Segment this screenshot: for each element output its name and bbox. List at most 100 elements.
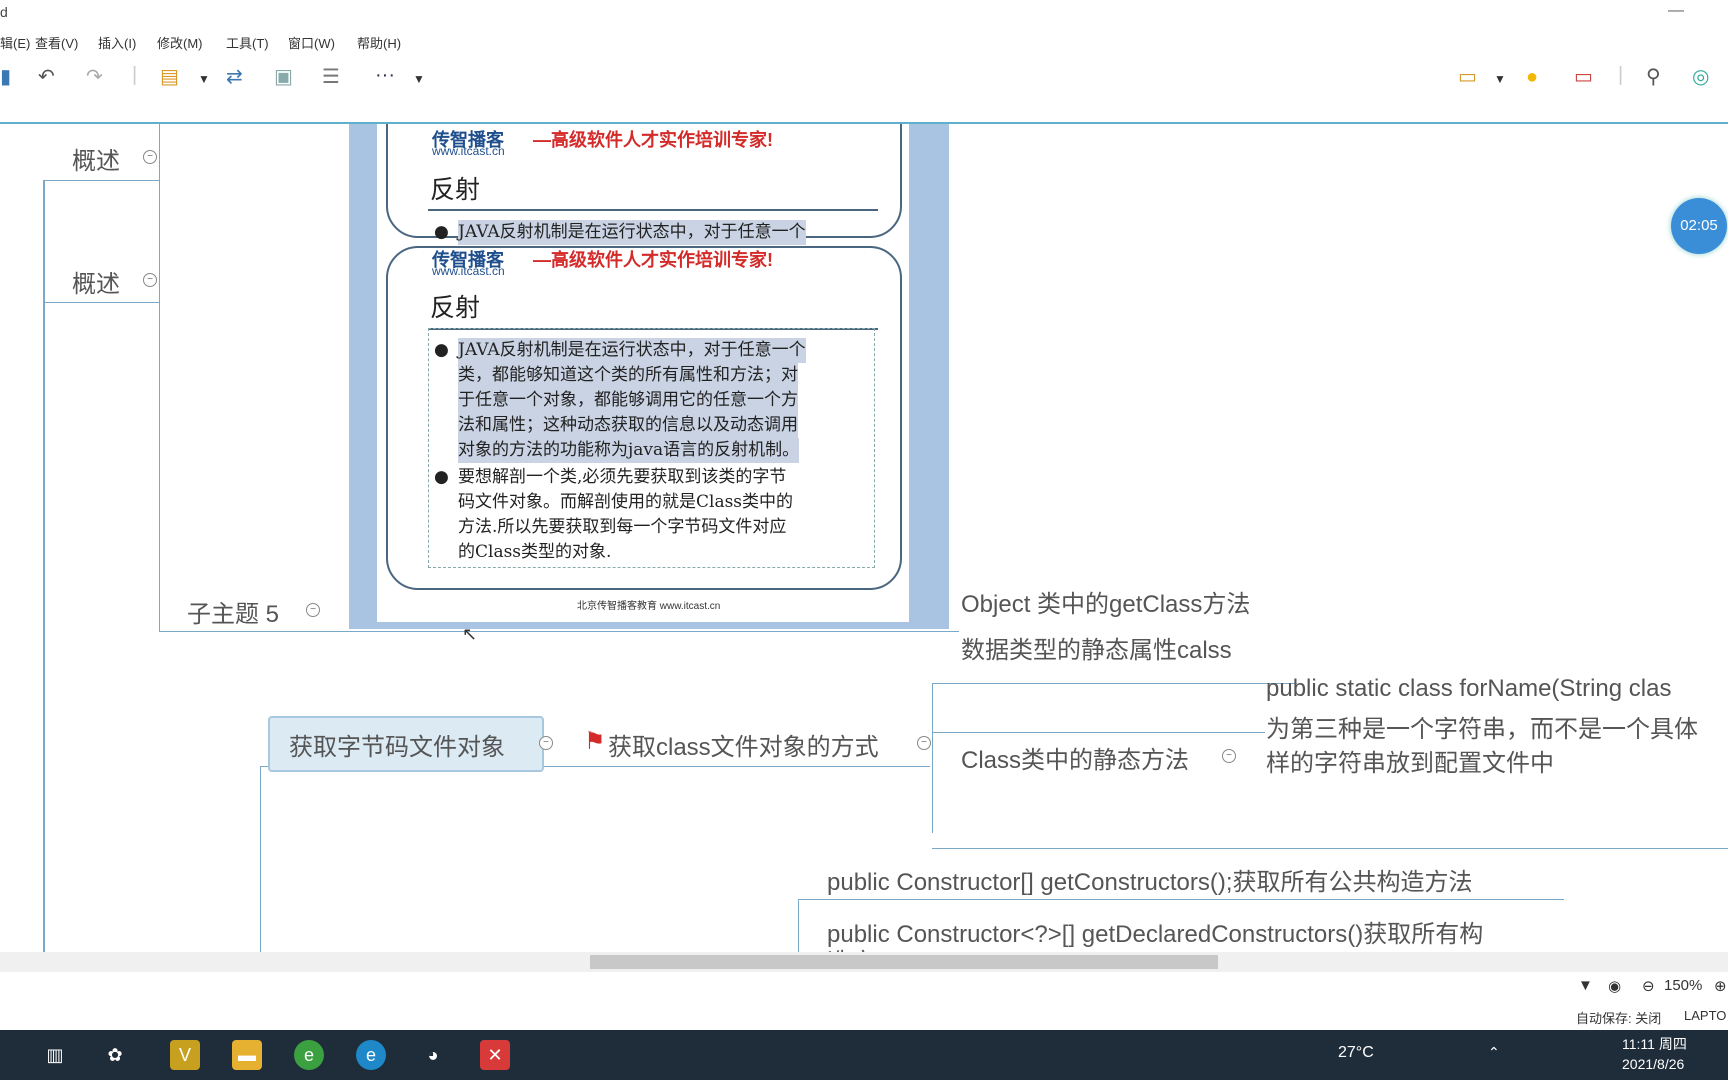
- topic-static-attr[interactable]: 数据类型的静态属性calss: [961, 630, 1232, 665]
- slide-bullet1-line1: JAVA反射机制是在运行状态中，对于任意一个: [458, 220, 806, 245]
- menu-edit[interactable]: 辑(E): [0, 33, 30, 52]
- topic-subtopic-5[interactable]: 子主题 5: [187, 594, 279, 629]
- eye-icon[interactable]: ◉: [1608, 977, 1621, 995]
- topic-get-constructors[interactable]: public Constructor[] getConstructors();获…: [827, 862, 1472, 897]
- filter-icon[interactable]: ▼: [1578, 977, 1593, 994]
- weather-temp: 27°C: [1338, 1044, 1374, 1061]
- topic-forname-line3[interactable]: 样的字符串放到配置文件中: [1266, 743, 1554, 778]
- zoom-in-icon[interactable]: ⊕: [1714, 977, 1727, 995]
- browser-icon[interactable]: e: [294, 1040, 324, 1070]
- zoom-out-icon[interactable]: ⊖: [1642, 977, 1655, 995]
- menu-modify[interactable]: 修改(M): [157, 33, 203, 52]
- chevron-down-icon[interactable]: ▼: [1494, 69, 1506, 89]
- topic-get-declared-constructors-cont[interactable]: 造方: [827, 942, 875, 952]
- window-title: d: [0, 4, 8, 20]
- redo-icon[interactable]: ↷: [86, 67, 103, 87]
- slide-bullet2-line: 方法.所以先要获取到每一个字节码文件对应: [458, 517, 787, 537]
- topic-overview-1[interactable]: 概述: [72, 141, 120, 176]
- lightbulb-icon[interactable]: ●: [1526, 67, 1538, 87]
- menu-view[interactable]: 查看(V): [35, 33, 78, 52]
- slide-slogan: —高级软件人才实作培训专家!: [533, 250, 773, 270]
- toolbar: ▮ ↶ ↷ | ▤ ▼ ⇄ ▣ ☰ ··· ▼ ▭ ▼ ● ▭ | ⚲ ◎: [0, 52, 1728, 124]
- topic-object-getclass[interactable]: Object 类中的getClass方法: [961, 584, 1250, 619]
- slide-frame-top: 传智播客 —高级软件人才实作培训专家! www.itcast.cn 反射 ● J…: [386, 124, 902, 245]
- share-icon[interactable]: ◎: [1692, 67, 1709, 87]
- bullet-dot: ●: [434, 340, 449, 360]
- horizontal-scrollbar[interactable]: [0, 952, 1728, 972]
- slide-heading: 反射: [430, 176, 481, 204]
- connector-line: [932, 683, 1297, 684]
- topic-forname-line2[interactable]: 为第三种是一个字符串，而不是一个具体: [1266, 709, 1698, 744]
- mindmap-canvas[interactable]: 概述 − 概述 − 子主题 5 − 获取字节码文件对象 − ⚑ 获取class文…: [0, 124, 1728, 952]
- separator: |: [1618, 64, 1624, 86]
- more-icon[interactable]: ···: [375, 65, 395, 85]
- search-icon[interactable]: ⚲: [1646, 67, 1661, 87]
- autosave-status: 自动保存: 关闭: [1576, 1011, 1662, 1026]
- menu-window[interactable]: 窗口(W): [288, 33, 335, 52]
- slide-page: 传智播客 —高级软件人才实作培训专家! www.itcast.cn 反射 ● J…: [377, 124, 909, 622]
- topic-get-bytecode[interactable]: 获取字节码文件对象: [289, 727, 505, 762]
- panel-icon[interactable]: ▭: [1574, 67, 1593, 87]
- connector-line: [159, 631, 959, 632]
- slide-rule: [428, 209, 878, 211]
- collapse-icon[interactable]: −: [143, 273, 157, 287]
- menu-bar: 辑(E) 查看(V) 插入(I) 修改(M) 工具(T) 窗口(W) 帮助(H): [0, 30, 1728, 52]
- slide-bullet2-line: 码文件对象。而解剖使用的就是Class类中的: [458, 492, 794, 512]
- topic-get-declared-constructors[interactable]: public Constructor<?>[] getDeclaredConst…: [827, 914, 1483, 949]
- topic-icon[interactable]: ▤: [160, 67, 179, 87]
- folder-icon[interactable]: ▬: [232, 1040, 262, 1070]
- slide-bullet2-line: 的Class类型的对象.: [458, 542, 612, 562]
- connector-line: [932, 683, 933, 833]
- chevron-down-icon[interactable]: ▼: [198, 69, 210, 89]
- mouse-cursor-icon: ↖: [462, 624, 478, 644]
- connector-line: [159, 124, 160, 632]
- qq-icon[interactable]: ◕: [418, 1040, 448, 1070]
- clock-time[interactable]: 11:11 周四: [1622, 1034, 1687, 1054]
- slide-bullet1-line: 类，都能够知道这个类的所有属性和方法；对: [458, 363, 798, 388]
- chevron-down-icon[interactable]: ▼: [413, 69, 425, 89]
- menu-insert[interactable]: 插入(I): [98, 33, 136, 52]
- topic-get-class-ways[interactable]: 获取class文件对象的方式: [608, 727, 879, 762]
- minimize-icon[interactable]: —: [1668, 2, 1684, 20]
- undo-icon[interactable]: ↶: [38, 67, 55, 87]
- topic-overview-2[interactable]: 概述: [72, 264, 120, 299]
- topic-class-static[interactable]: Class类中的静态方法: [961, 740, 1189, 775]
- relationship-icon[interactable]: ⇄: [226, 67, 243, 87]
- separator: |: [132, 64, 138, 86]
- app-icon[interactable]: V: [170, 1040, 200, 1070]
- slide-bullet1-line: 法和属性；这种动态获取的信息以及动态调用: [458, 413, 798, 438]
- summary-icon[interactable]: ☰: [322, 67, 340, 87]
- collapse-icon[interactable]: −: [1222, 749, 1236, 763]
- slide-heading: 反射: [430, 294, 481, 322]
- slide-frame-main: 传智播客 —高级软件人才实作培训专家! www.itcast.cn 反射 ● J…: [386, 246, 902, 590]
- collapse-icon[interactable]: −: [143, 150, 157, 164]
- edge-icon[interactable]: e: [356, 1040, 386, 1070]
- collapse-icon[interactable]: −: [306, 603, 320, 617]
- slide-image: 传智播客 —高级软件人才实作培训专家! www.itcast.cn 反射 ● J…: [349, 124, 949, 629]
- slide-bullet1-line: JAVA反射机制是在运行状态中，对于任意一个: [458, 338, 806, 363]
- scrollbar-thumb[interactable]: [590, 955, 1218, 969]
- taskbar: ▥ ✿ V ▬ e e ◕ ✕ 27°C ⌃ 11:11 周四 2021/8/2…: [0, 1030, 1728, 1080]
- boundary-icon[interactable]: ▣: [274, 67, 293, 87]
- zoom-level[interactable]: 150%: [1664, 977, 1702, 994]
- bullet-dot: ●: [434, 467, 449, 487]
- menu-tools[interactable]: 工具(T): [226, 33, 269, 52]
- topic-forname-line1[interactable]: public static class forName(String clas: [1266, 675, 1671, 703]
- save-icon[interactable]: ▮: [0, 67, 11, 87]
- connector-line: [798, 899, 799, 952]
- collapse-icon[interactable]: −: [917, 736, 931, 750]
- autosave-bar: 自动保存: 关闭 LAPTO: [0, 1000, 1728, 1030]
- connector-line: [798, 899, 1564, 900]
- task-view-icon[interactable]: ▥: [40, 1040, 70, 1070]
- collapse-icon[interactable]: −: [539, 736, 553, 750]
- clock-date[interactable]: 2021/8/26: [1622, 1056, 1684, 1072]
- title-bar: d —: [0, 0, 1728, 30]
- slide-slogan: —高级软件人才实作培训专家!: [533, 130, 773, 150]
- presentation-icon[interactable]: ▭: [1458, 67, 1477, 87]
- app-icon[interactable]: ✿: [100, 1040, 130, 1070]
- timer-badge[interactable]: 02:05: [1671, 198, 1727, 254]
- menu-help[interactable]: 帮助(H): [357, 33, 401, 52]
- connector-line: [932, 848, 1728, 849]
- xmind-icon[interactable]: ✕: [480, 1040, 510, 1070]
- tray-icon[interactable]: ⌃: [1488, 1044, 1500, 1061]
